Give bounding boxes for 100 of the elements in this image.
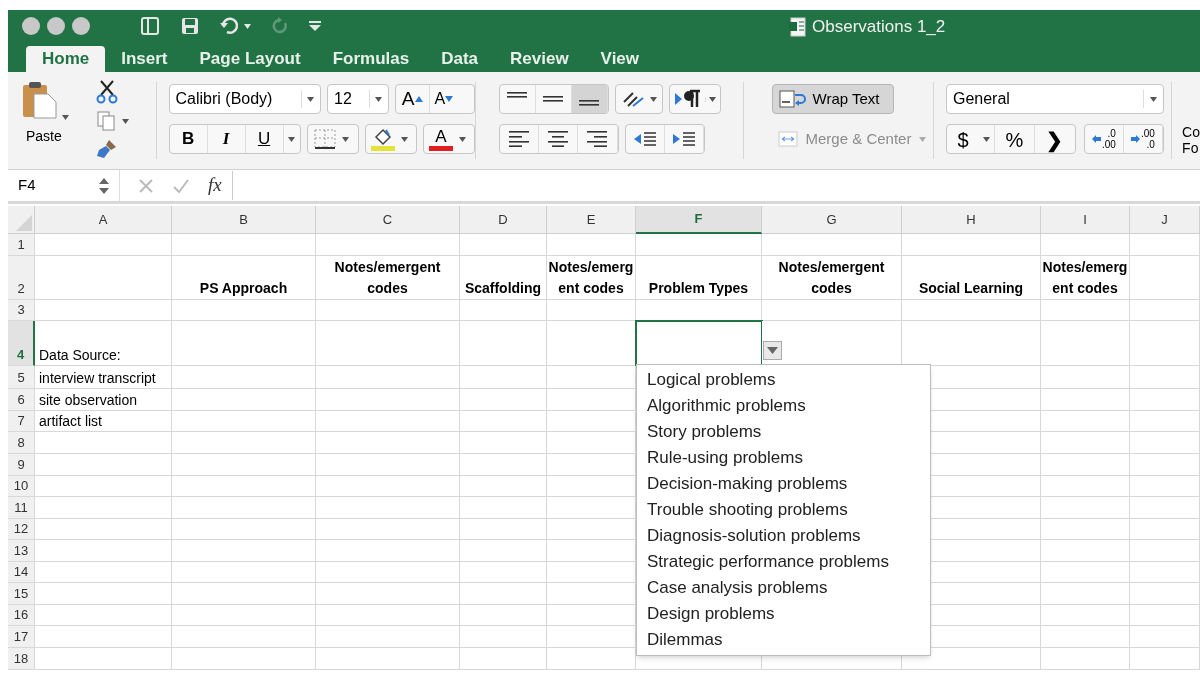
- column-header[interactable]: C: [316, 206, 460, 234]
- italic-button[interactable]: I: [207, 125, 246, 153]
- column-header[interactable]: B: [172, 206, 316, 234]
- ribbon-tab[interactable]: Insert: [105, 46, 184, 72]
- ribbon-group-label: Fo: [1182, 140, 1200, 156]
- insert-function-button[interactable]: fx: [208, 171, 233, 200]
- spreadsheet-file-icon: [788, 16, 806, 37]
- sidebar-panel-icon[interactable]: [140, 16, 160, 36]
- borders-icon[interactable]: [314, 129, 337, 149]
- align-right-icon: [587, 131, 608, 147]
- row-header[interactable]: 12: [8, 519, 35, 540]
- triangle-up-icon: [414, 96, 423, 102]
- customize-toolbar-icon[interactable]: [309, 20, 321, 32]
- row-header[interactable]: 11: [8, 497, 35, 519]
- fill-color-icon[interactable]: [370, 127, 397, 151]
- table-cell: Notes/emergent codes: [316, 256, 460, 300]
- dropdown-option[interactable]: Diagnosis-solution problems: [637, 523, 930, 549]
- column-header[interactable]: A: [35, 206, 172, 234]
- decrease-font-size-button[interactable]: A: [429, 85, 459, 113]
- undo-icon[interactable]: [220, 17, 240, 35]
- wrap-text-button[interactable]: Wrap Text: [771, 84, 894, 114]
- dropdown-option[interactable]: Algorithmic problems: [637, 393, 930, 419]
- decrease-decimal-button[interactable]: .00 .0: [1123, 125, 1163, 153]
- dropdown-option[interactable]: Decision-making problems: [637, 471, 930, 497]
- ribbon-tab[interactable]: View: [584, 46, 656, 72]
- row-header[interactable]: 1: [8, 234, 35, 256]
- row-header[interactable]: 4: [8, 321, 35, 366]
- row-header[interactable]: 15: [8, 583, 35, 605]
- underline-button[interactable]: U: [245, 125, 284, 153]
- percent-button[interactable]: %: [993, 125, 1034, 153]
- comma-style-button[interactable]: ❯: [1033, 125, 1074, 153]
- caret-icon: [287, 136, 295, 142]
- table-cell: [1130, 366, 1200, 389]
- ribbon-tab[interactable]: Page Layout: [183, 46, 317, 72]
- triangle-icon: [14, 213, 34, 233]
- align-center-icon: [548, 131, 568, 147]
- row-header[interactable]: 17: [8, 626, 35, 648]
- table-cell: Problem Types: [636, 256, 762, 300]
- currency-button[interactable]: $: [946, 125, 979, 153]
- dropdown-option[interactable]: Logical problems: [637, 367, 930, 393]
- save-icon[interactable]: [180, 16, 200, 36]
- row-header[interactable]: 18: [8, 648, 35, 670]
- row-header[interactable]: 13: [8, 540, 35, 562]
- caret-icon: [919, 136, 927, 142]
- row-header[interactable]: 9: [8, 454, 35, 476]
- increase-font-size-button[interactable]: A: [395, 85, 430, 113]
- dropdown-option[interactable]: Design problems: [637, 601, 930, 627]
- top-align-icon: [507, 92, 528, 98]
- ribbon-tab[interactable]: Formulas: [316, 46, 426, 72]
- column-header[interactable]: F: [636, 206, 762, 234]
- column-header[interactable]: G: [762, 206, 902, 234]
- number-format-dropdown[interactable]: General: [945, 84, 1164, 114]
- table-cell: Scaffolding: [460, 256, 547, 300]
- column-header[interactable]: D: [460, 206, 547, 234]
- row-header[interactable]: 2: [8, 256, 35, 300]
- copy-icon[interactable]: [96, 110, 116, 132]
- row-header[interactable]: 3: [8, 300, 35, 321]
- dropdown-option[interactable]: Trouble shooting problems: [637, 497, 930, 523]
- dropdown-option[interactable]: Rule-using problems: [637, 445, 930, 471]
- table-cell: PS Approach: [172, 256, 316, 300]
- table-cell: Notes/emergent codes: [762, 256, 902, 300]
- ribbon-tab[interactable]: Review: [494, 46, 585, 72]
- table-cell: [1130, 389, 1200, 411]
- spinner-icon: [99, 176, 109, 195]
- row-header[interactable]: 8: [8, 432, 35, 454]
- vertical-align-button[interactable]: [571, 85, 608, 113]
- window-control-button[interactable]: [72, 17, 90, 35]
- font-name-dropdown[interactable]: Calibri (Body): [168, 84, 321, 114]
- table-cell: Social Learning: [902, 256, 1041, 300]
- column-header[interactable]: E: [547, 206, 636, 234]
- row-header[interactable]: 5: [8, 366, 35, 389]
- name-box[interactable]: F4: [8, 170, 120, 201]
- dropdown-arrow-button[interactable]: [763, 341, 782, 360]
- column-header[interactable]: J: [1130, 206, 1200, 234]
- dropdown-option[interactable]: Story problems: [637, 419, 930, 445]
- row-header[interactable]: 16: [8, 605, 35, 626]
- window-control-button[interactable]: [47, 17, 65, 35]
- column-header[interactable]: I: [1041, 206, 1130, 234]
- table-cell: Data Source:: [35, 321, 172, 366]
- row-header[interactable]: 10: [8, 476, 35, 497]
- dropdown-option[interactable]: Case analysis problems: [637, 575, 930, 601]
- decrease-indent-icon: [632, 131, 657, 147]
- table-cell: site observation: [35, 389, 172, 411]
- dropdown-option[interactable]: Strategic performance problems: [637, 549, 930, 575]
- row-header[interactable]: 6: [8, 389, 35, 411]
- paragraph-direction-icon[interactable]: [673, 89, 702, 109]
- format-painter-icon[interactable]: [96, 138, 118, 160]
- ribbon-tab[interactable]: Home: [26, 46, 106, 72]
- table-cell: [1130, 519, 1200, 540]
- window-control-button[interactable]: [22, 17, 40, 35]
- paste-button[interactable]: Paste: [22, 80, 78, 169]
- dropdown-option[interactable]: Dilemmas: [637, 627, 930, 653]
- font-size-dropdown[interactable]: 12: [327, 84, 389, 114]
- increase-decimal-button[interactable]: .0 .00: [1084, 125, 1124, 153]
- bold-button[interactable]: B: [169, 125, 208, 153]
- ribbon-tab[interactable]: Data: [425, 46, 494, 72]
- row-header[interactable]: 7: [8, 411, 35, 432]
- cut-icon[interactable]: [96, 80, 118, 104]
- row-header[interactable]: 14: [8, 562, 35, 583]
- column-header[interactable]: H: [902, 206, 1041, 234]
